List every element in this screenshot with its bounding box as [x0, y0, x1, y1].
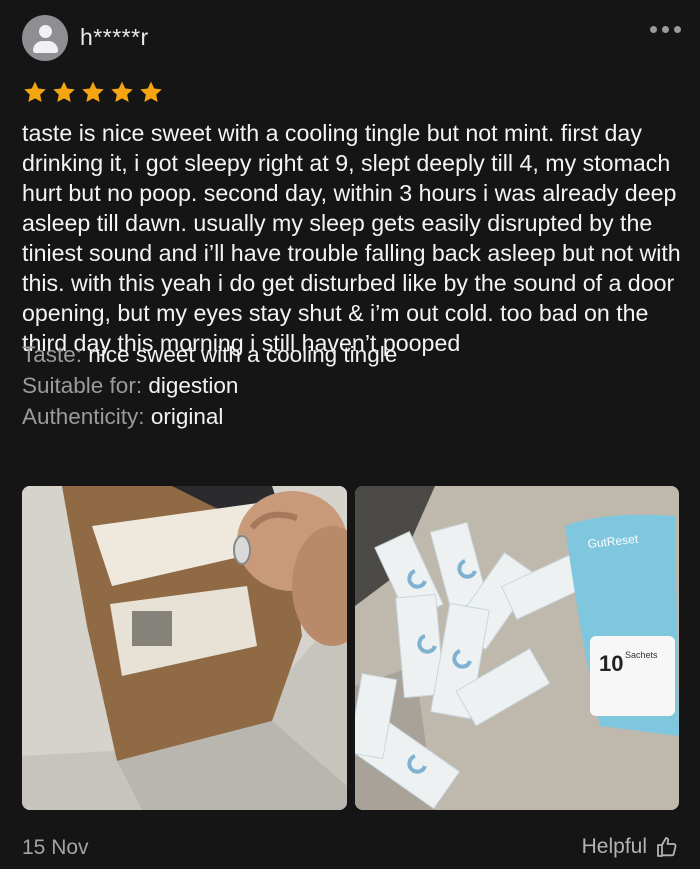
packet-unit: Sachets [625, 650, 658, 660]
more-dot [674, 26, 681, 33]
helpful-label: Helpful [581, 835, 647, 858]
attribute-taste: Taste: nice sweet with a cooling tingle [22, 339, 682, 370]
attribute-label: Taste: [22, 342, 83, 367]
attribute-authenticity: Authenticity: original [22, 401, 682, 432]
review-date: 15 Nov [22, 836, 89, 859]
more-options-icon[interactable] [650, 26, 682, 36]
star-icon [111, 81, 133, 102]
avatar-body [33, 41, 58, 53]
star-icon [53, 81, 75, 102]
more-dot [650, 26, 657, 33]
star-icon [140, 81, 162, 102]
review-footer: 15 Nov Helpful [22, 835, 679, 863]
more-dot [662, 26, 669, 33]
packet-count: 10 [599, 651, 623, 676]
helpful-button[interactable]: Helpful [582, 835, 679, 859]
star-icon [24, 81, 46, 102]
avatar-head [39, 25, 52, 38]
photo-package-image [22, 486, 347, 810]
attribute-value: nice sweet with a cooling tingle [88, 342, 398, 367]
attribute-label: Suitable for: [22, 373, 143, 398]
attribute-value: digestion [148, 373, 239, 398]
avatar[interactable] [22, 15, 68, 61]
star-rating [22, 80, 164, 105]
review-photos: 10 Sachets GutReset [22, 486, 679, 810]
review-photo-sachets[interactable]: 10 Sachets GutReset [355, 486, 679, 810]
review-photo-package[interactable] [22, 486, 347, 810]
username: h*****r [80, 24, 149, 50]
review-attributes: Taste: nice sweet with a cooling tingle … [22, 339, 682, 432]
attribute-value: original [150, 404, 224, 429]
review-header: h*****r [22, 14, 682, 64]
thumbs-up-icon [657, 837, 677, 857]
star-icon [82, 81, 104, 102]
attribute-label: Authenticity: [22, 404, 145, 429]
photo-sachets-image: 10 Sachets GutReset [355, 486, 679, 810]
review-text: taste is nice sweet with a cooling tingl… [22, 120, 681, 356]
attribute-suitable-for: Suitable for: digestion [22, 370, 682, 401]
